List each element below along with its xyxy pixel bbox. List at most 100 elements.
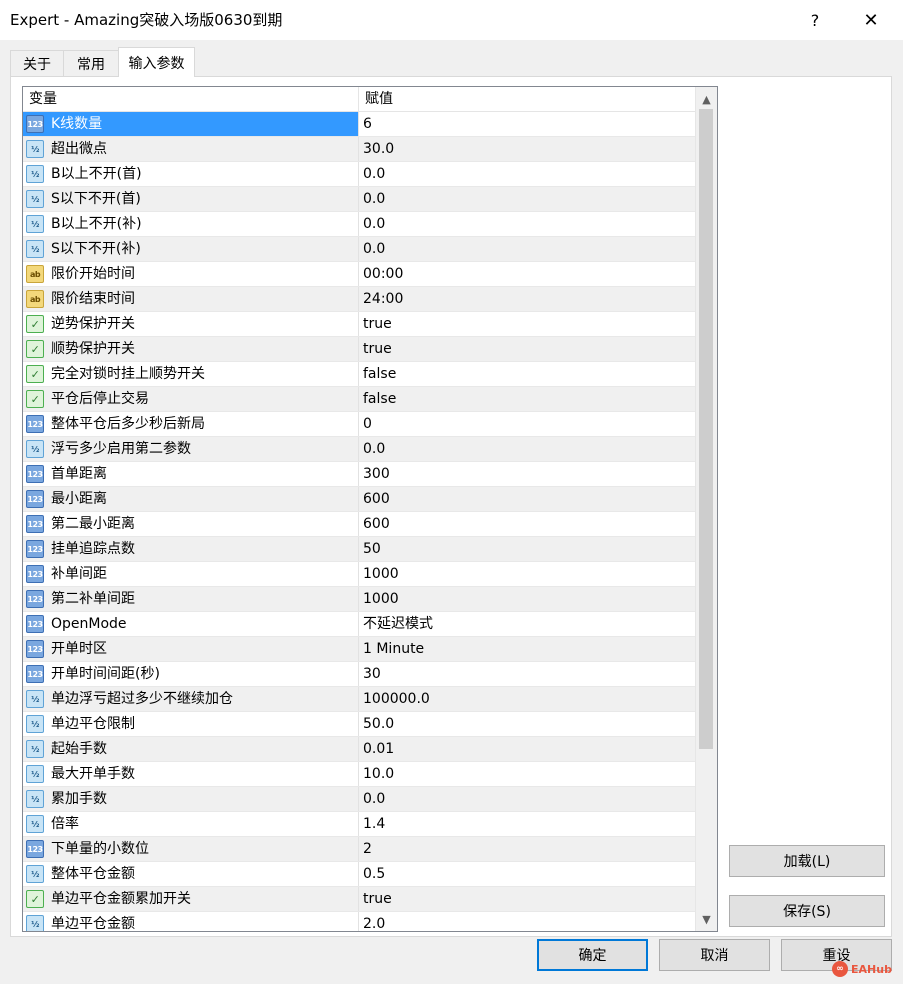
- value-cell[interactable]: 1 Minute: [359, 637, 695, 661]
- value-cell[interactable]: 1000: [359, 562, 695, 586]
- variable-cell[interactable]: ab 限价结束时间: [23, 287, 359, 311]
- variable-cell[interactable]: 123 第二最小距离: [23, 512, 359, 536]
- table-row[interactable]: ½ S以下不开(首) 0.0: [23, 187, 695, 212]
- tab-common[interactable]: 常用: [63, 50, 119, 76]
- variable-cell[interactable]: 123 下单量的小数位: [23, 837, 359, 861]
- value-cell[interactable]: 0.0: [359, 187, 695, 211]
- table-row[interactable]: 123 补单间距 1000: [23, 562, 695, 587]
- value-cell[interactable]: 600: [359, 487, 695, 511]
- variable-cell[interactable]: ½ 最大开单手数: [23, 762, 359, 786]
- table-row[interactable]: 123 整体平仓后多少秒后新局 0: [23, 412, 695, 437]
- value-cell[interactable]: 0: [359, 412, 695, 436]
- value-cell[interactable]: false: [359, 387, 695, 411]
- table-row[interactable]: ½ 超出微点 30.0: [23, 137, 695, 162]
- table-row[interactable]: ½ S以下不开(补) 0.0: [23, 237, 695, 262]
- value-cell[interactable]: 24:00: [359, 287, 695, 311]
- table-row[interactable]: ½ 最大开单手数 10.0: [23, 762, 695, 787]
- value-cell[interactable]: 0.0: [359, 162, 695, 186]
- table-row[interactable]: 123 开单时间间距(秒) 30: [23, 662, 695, 687]
- table-row[interactable]: ½ 单边平仓限制 50.0: [23, 712, 695, 737]
- value-cell[interactable]: 10.0: [359, 762, 695, 786]
- variable-cell[interactable]: ½ B以上不开(首): [23, 162, 359, 186]
- save-button[interactable]: 保存(S): [729, 895, 885, 927]
- ok-button[interactable]: 确定: [537, 939, 648, 971]
- variable-cell[interactable]: ½ B以上不开(补): [23, 212, 359, 236]
- variable-cell[interactable]: ✓ 完全对锁时挂上顺势开关: [23, 362, 359, 386]
- value-cell[interactable]: 0.0: [359, 237, 695, 261]
- variable-cell[interactable]: 123 挂单追踪点数: [23, 537, 359, 561]
- table-row[interactable]: 123 下单量的小数位 2: [23, 837, 695, 862]
- table-row[interactable]: 123 OpenMode 不延迟模式: [23, 612, 695, 637]
- value-cell[interactable]: 0.01: [359, 737, 695, 761]
- value-cell[interactable]: 50: [359, 537, 695, 561]
- close-button[interactable]: ✕: [848, 0, 894, 40]
- table-row[interactable]: ab 限价开始时间 00:00: [23, 262, 695, 287]
- load-button[interactable]: 加载(L): [729, 845, 885, 877]
- table-row[interactable]: 123 最小距离 600: [23, 487, 695, 512]
- table-row[interactable]: ✓ 顺势保护开关 true: [23, 337, 695, 362]
- variable-cell[interactable]: 123 整体平仓后多少秒后新局: [23, 412, 359, 436]
- value-cell[interactable]: true: [359, 312, 695, 336]
- table-row[interactable]: 123 K线数量 6: [23, 112, 695, 137]
- table-row[interactable]: ½ 单边平仓金额 2.0: [23, 912, 695, 931]
- scroll-thumb[interactable]: [699, 109, 713, 749]
- value-cell[interactable]: 2: [359, 837, 695, 861]
- value-cell[interactable]: 50.0: [359, 712, 695, 736]
- variable-cell[interactable]: 123 开单时间间距(秒): [23, 662, 359, 686]
- table-row[interactable]: ½ 倍率 1.4: [23, 812, 695, 837]
- variable-cell[interactable]: ½ 单边浮亏超过多少不继续加仓: [23, 687, 359, 711]
- variable-cell[interactable]: 123 OpenMode: [23, 612, 359, 636]
- variable-cell[interactable]: ✓ 平仓后停止交易: [23, 387, 359, 411]
- variable-cell[interactable]: 123 第二补单间距: [23, 587, 359, 611]
- table-row[interactable]: 123 首单距离 300: [23, 462, 695, 487]
- variable-cell[interactable]: 123 开单时区: [23, 637, 359, 661]
- value-cell[interactable]: true: [359, 887, 695, 911]
- value-cell[interactable]: 300: [359, 462, 695, 486]
- tab-about[interactable]: 关于: [10, 50, 64, 76]
- scroll-down-icon[interactable]: ▼: [696, 909, 717, 929]
- table-row[interactable]: 123 挂单追踪点数 50: [23, 537, 695, 562]
- variable-cell[interactable]: ½ 倍率: [23, 812, 359, 836]
- table-row[interactable]: ½ 浮亏多少启用第二参数 0.0: [23, 437, 695, 462]
- table-row[interactable]: ✓ 平仓后停止交易 false: [23, 387, 695, 412]
- value-cell[interactable]: 0.0: [359, 787, 695, 811]
- value-cell[interactable]: 0.0: [359, 212, 695, 236]
- table-row[interactable]: 123 第二最小距离 600: [23, 512, 695, 537]
- value-cell[interactable]: 不延迟模式: [359, 612, 695, 636]
- cancel-button[interactable]: 取消: [659, 939, 770, 971]
- value-cell[interactable]: 6: [359, 112, 695, 136]
- table-row[interactable]: ½ B以上不开(首) 0.0: [23, 162, 695, 187]
- variable-cell[interactable]: 123 首单距离: [23, 462, 359, 486]
- variable-cell[interactable]: ½ 整体平仓金额: [23, 862, 359, 886]
- scroll-up-icon[interactable]: ▲: [696, 89, 717, 109]
- variable-cell[interactable]: ½ S以下不开(补): [23, 237, 359, 261]
- table-row[interactable]: ½ 整体平仓金额 0.5: [23, 862, 695, 887]
- help-button[interactable]: ?: [792, 0, 838, 40]
- table-row[interactable]: ½ 累加手数 0.0: [23, 787, 695, 812]
- table-row[interactable]: ✓ 单边平仓金额累加开关 true: [23, 887, 695, 912]
- value-cell[interactable]: 1.4: [359, 812, 695, 836]
- table-row[interactable]: ½ B以上不开(补) 0.0: [23, 212, 695, 237]
- tab-inputs[interactable]: 输入参数: [118, 47, 195, 77]
- column-header-variable[interactable]: 变量: [23, 87, 359, 111]
- variable-cell[interactable]: ½ 超出微点: [23, 137, 359, 161]
- variable-cell[interactable]: 123 最小距离: [23, 487, 359, 511]
- value-cell[interactable]: 30: [359, 662, 695, 686]
- variable-cell[interactable]: ½ 累加手数: [23, 787, 359, 811]
- variable-cell[interactable]: ab 限价开始时间: [23, 262, 359, 286]
- variable-cell[interactable]: ½ 单边平仓限制: [23, 712, 359, 736]
- value-cell[interactable]: 100000.0: [359, 687, 695, 711]
- value-cell[interactable]: 0.0: [359, 437, 695, 461]
- column-header-value[interactable]: 赋值: [359, 87, 695, 111]
- table-row[interactable]: ½ 单边浮亏超过多少不继续加仓 100000.0: [23, 687, 695, 712]
- vertical-scrollbar[interactable]: ▲ ▼: [695, 87, 717, 931]
- variable-cell[interactable]: ½ 单边平仓金额: [23, 912, 359, 931]
- variable-cell[interactable]: 123 补单间距: [23, 562, 359, 586]
- value-cell[interactable]: true: [359, 337, 695, 361]
- table-row[interactable]: 123 开单时区 1 Minute: [23, 637, 695, 662]
- value-cell[interactable]: 00:00: [359, 262, 695, 286]
- table-row[interactable]: ½ 起始手数 0.01: [23, 737, 695, 762]
- value-cell[interactable]: 2.0: [359, 912, 695, 931]
- value-cell[interactable]: 600: [359, 512, 695, 536]
- variable-cell[interactable]: 123 K线数量: [23, 112, 359, 136]
